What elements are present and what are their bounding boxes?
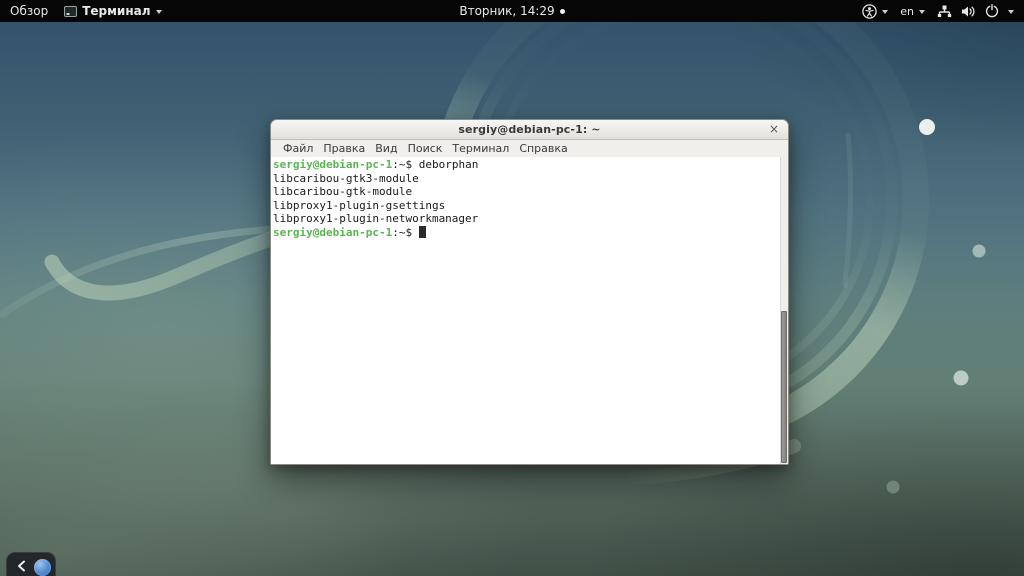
menu-item-help[interactable]: Справка [514, 142, 572, 155]
chevron-down-icon [156, 10, 162, 14]
terminal-cursor [419, 226, 426, 238]
system-menu-button[interactable] [937, 4, 1014, 18]
volume-icon [961, 5, 976, 18]
accessibility-icon [862, 4, 877, 19]
terminal-output: sergiy@debian-pc-1:~$ deborphanlibcaribo… [273, 158, 788, 239]
activities-button[interactable]: Обзор [10, 4, 48, 18]
terminal-line: libcaribou-gtk3-module [273, 172, 788, 186]
chevron-down-icon [882, 10, 888, 14]
close-button[interactable]: × [767, 123, 781, 137]
terminal-line: libproxy1-plugin-gsettings [273, 199, 788, 213]
activities-label: Обзор [10, 4, 48, 18]
terminal-window: sergiy@debian-pc-1: ~ × Файл Правка Вид … [270, 119, 789, 465]
app-menu-label: Терминал [82, 4, 150, 18]
menu-item-terminal[interactable]: Терминал [447, 142, 514, 155]
clock-button[interactable]: Вторник, 14:29 [459, 4, 564, 18]
keyboard-layout-label: en [900, 5, 914, 18]
app-menu-button[interactable]: Терминал [64, 4, 161, 18]
menu-bar: Файл Правка Вид Поиск Терминал Справка [271, 140, 788, 157]
browser-app-icon[interactable] [34, 559, 51, 576]
power-icon [985, 4, 999, 18]
terminal-line: sergiy@debian-pc-1:~$ deborphan [273, 158, 788, 172]
menu-item-search[interactable]: Поиск [403, 142, 448, 155]
dash-panel [6, 552, 56, 576]
terminal-line: libcaribou-gtk-module [273, 185, 788, 199]
keyboard-layout-button[interactable]: en [900, 5, 925, 18]
window-titlebar[interactable]: sergiy@debian-pc-1: ~ × [271, 120, 788, 140]
top-bar: Обзор Терминал Вторник, 14:29 [0, 0, 1024, 22]
chevron-down-icon [919, 10, 925, 14]
clock-label: Вторник, 14:29 [459, 4, 554, 18]
terminal-line: libproxy1-plugin-networkmanager [273, 212, 788, 226]
terminal-line: sergiy@debian-pc-1:~$ [273, 226, 788, 240]
terminal-viewport[interactable]: sergiy@debian-pc-1:~$ deborphanlibcaribo… [271, 157, 788, 464]
chevron-down-icon [1008, 10, 1014, 14]
scrollbar-thumb[interactable] [781, 311, 787, 463]
window-title: sergiy@debian-pc-1: ~ [271, 123, 788, 136]
scrollbar[interactable] [780, 157, 788, 464]
menu-item-edit[interactable]: Правка [318, 142, 370, 155]
menu-item-view[interactable]: Вид [370, 142, 402, 155]
accessibility-menu-button[interactable] [862, 4, 888, 19]
dash-back-chevron-icon[interactable] [16, 558, 26, 576]
menu-item-file[interactable]: Файл [278, 142, 318, 155]
network-wired-icon [937, 5, 952, 18]
terminal-app-icon [64, 5, 77, 18]
